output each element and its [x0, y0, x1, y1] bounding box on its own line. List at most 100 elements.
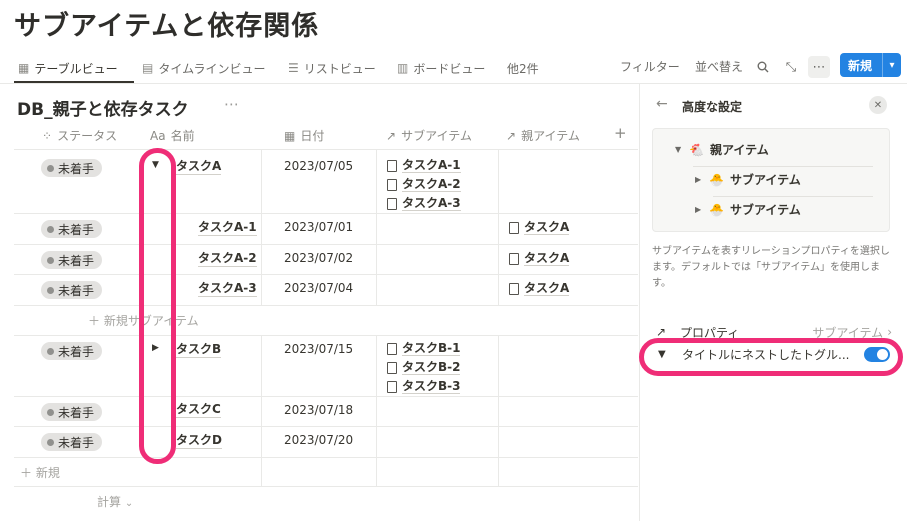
status-badge[interactable]: 未着手: [41, 342, 103, 360]
status-label: 未着手: [58, 253, 95, 268]
table-row[interactable]: 未着手 タスクA-3 2023/07/04 タスクA: [14, 275, 638, 306]
tree-child-label: サブアイテム: [729, 203, 801, 217]
status-label: 未着手: [58, 222, 95, 237]
row-date[interactable]: 2023/07/02: [284, 251, 353, 265]
calculate-button[interactable]: 計算 ⌄: [97, 493, 133, 510]
status-label: 未着手: [58, 283, 95, 298]
parent-item-label: タスクA: [524, 281, 570, 296]
status-label: 未着手: [58, 161, 95, 176]
row-date[interactable]: 2023/07/15: [284, 342, 353, 356]
table-row[interactable]: 未着手 ▼ タスクA 2023/07/05 タスクA-1 タスクA-2 タスクA…: [14, 150, 638, 214]
tab-more-views[interactable]: 他2件: [507, 58, 539, 78]
new-button-label: 新規: [848, 58, 873, 73]
add-column-icon[interactable]: +: [614, 124, 627, 142]
tree-parent-item: ▼ 🐔 親アイテム: [675, 141, 769, 158]
sub-item-link[interactable]: タスクB-3: [387, 379, 461, 394]
status-badge[interactable]: 未着手: [41, 403, 103, 421]
row-name[interactable]: タスクA: [176, 159, 222, 175]
tree-divider: [693, 166, 873, 167]
sub-item-link[interactable]: タスクB-2: [387, 360, 461, 375]
column-name[interactable]: Aa 名前: [150, 127, 195, 144]
sub-item-link[interactable]: タスクA-2: [387, 177, 461, 192]
tab-timeline-view[interactable]: ▤ タイムラインビュー: [142, 58, 266, 78]
column-label: 親アイテム: [521, 129, 580, 143]
status-label: 未着手: [58, 344, 95, 359]
hierarchy-preview: ▼ 🐔 親アイテム ▶ 🐣 サブアイテム ▶ 🐣 サブアイテム: [652, 128, 890, 232]
row-name[interactable]: タスクB: [176, 342, 222, 358]
chevron-down-icon[interactable]: ▾: [883, 60, 901, 71]
table-row[interactable]: 未着手 ▶ タスクB 2023/07/15 タスクB-1 タスクB-2 タスクB…: [14, 336, 638, 397]
column-label: 日付: [300, 129, 325, 143]
parent-item-link[interactable]: タスクA: [509, 220, 570, 235]
search-icon[interactable]: [752, 56, 774, 78]
document-icon: [387, 159, 397, 172]
table-header: ⁘ ステータス Aa 名前 ▦ 日付 ↗ サブアイテム ↗ 親アイテム +: [14, 121, 638, 150]
document-icon: [387, 197, 397, 210]
column-date[interactable]: ▦ 日付: [284, 127, 324, 144]
document-icon: [509, 252, 519, 265]
row-name[interactable]: タスクC: [176, 402, 221, 418]
tab-list-view[interactable]: ☰ リストビュー: [288, 58, 376, 78]
row-name[interactable]: タスクA-1: [198, 220, 257, 236]
row-name[interactable]: タスクA-3: [198, 281, 257, 297]
sub-item-label: タスクB-1: [402, 341, 461, 356]
table-row[interactable]: 未着手 タスクA-1 2023/07/01 タスクA: [14, 214, 638, 245]
tab-board-view[interactable]: ▥ ボードビュー: [397, 58, 485, 78]
chick-icon: 🐣: [709, 202, 724, 217]
tab-label: リストビュー: [303, 61, 376, 76]
tree-divider: [713, 196, 873, 197]
table-row[interactable]: 未着手 タスクD 2023/07/20: [14, 427, 638, 458]
new-row-label: 新規: [35, 466, 60, 480]
more-options-icon[interactable]: ⋯: [808, 56, 830, 78]
status-dot: [47, 286, 54, 294]
parent-item-link[interactable]: タスクA: [509, 251, 570, 266]
back-arrow-icon[interactable]: ←: [656, 96, 668, 112]
sub-item-link[interactable]: タスクA-1: [387, 158, 461, 173]
board-icon: ▥: [397, 61, 409, 75]
table-row[interactable]: 未着手 タスクA-2 2023/07/02 タスクA: [14, 245, 638, 275]
database-title[interactable]: DB_親子と依存タスク: [17, 95, 189, 120]
document-icon: [509, 282, 519, 295]
sort-button[interactable]: 並べ替え: [695, 58, 743, 75]
row-date[interactable]: 2023/07/18: [284, 403, 353, 417]
status-badge[interactable]: 未着手: [41, 433, 103, 451]
document-icon: [509, 221, 519, 234]
tab-label: テーブルビュー: [34, 61, 118, 76]
filter-button[interactable]: フィルター: [620, 58, 680, 75]
status-badge[interactable]: 未着手: [41, 251, 103, 269]
column-status[interactable]: ⁘ ステータス: [42, 127, 117, 144]
status-dot: [47, 438, 54, 446]
row-date[interactable]: 2023/07/01: [284, 220, 353, 234]
expand-icon[interactable]: ⤡: [780, 56, 802, 78]
parent-item-link[interactable]: タスクA: [509, 281, 570, 296]
column-label: サブアイテム: [401, 129, 472, 143]
status-badge[interactable]: 未着手: [41, 159, 103, 177]
close-icon[interactable]: ✕: [869, 96, 887, 114]
chicken-icon: 🐔: [689, 142, 704, 157]
table-row[interactable]: 未着手 タスクC 2023/07/18: [14, 397, 638, 427]
parent-item-label: タスクA: [524, 220, 570, 235]
row-date[interactable]: 2023/07/20: [284, 433, 353, 447]
sub-item-link[interactable]: タスクA-3: [387, 196, 461, 211]
database-more-icon[interactable]: ⋯: [224, 95, 239, 113]
chevron-right-icon: ›: [887, 325, 892, 339]
tab-table-view[interactable]: ▦ テーブルビュー: [18, 58, 118, 78]
row-date[interactable]: 2023/07/04: [284, 281, 353, 295]
column-sub-items[interactable]: ↗ サブアイテム: [386, 127, 472, 144]
row-name[interactable]: タスクD: [176, 433, 222, 449]
status-dot: [47, 164, 54, 172]
status-badge[interactable]: 未着手: [41, 281, 103, 299]
status-dot: [47, 347, 54, 355]
row-name[interactable]: タスクA-2: [198, 251, 257, 267]
column-parent-item[interactable]: ↗ 親アイテム: [506, 127, 580, 144]
tree-child-label: サブアイテム: [729, 173, 801, 187]
sub-item-link[interactable]: タスクB-1: [387, 341, 461, 356]
status-dot: [47, 408, 54, 416]
sub-item-label: タスクA-2: [402, 177, 461, 192]
status-badge[interactable]: 未着手: [41, 220, 103, 238]
row-date[interactable]: 2023/07/05: [284, 159, 353, 173]
new-row-button[interactable]: ＋ 新規: [20, 464, 60, 481]
new-button[interactable]: 新規 ▾: [840, 53, 901, 77]
sub-item-label: タスクB-3: [402, 379, 461, 394]
column-label: ステータス: [57, 129, 118, 143]
